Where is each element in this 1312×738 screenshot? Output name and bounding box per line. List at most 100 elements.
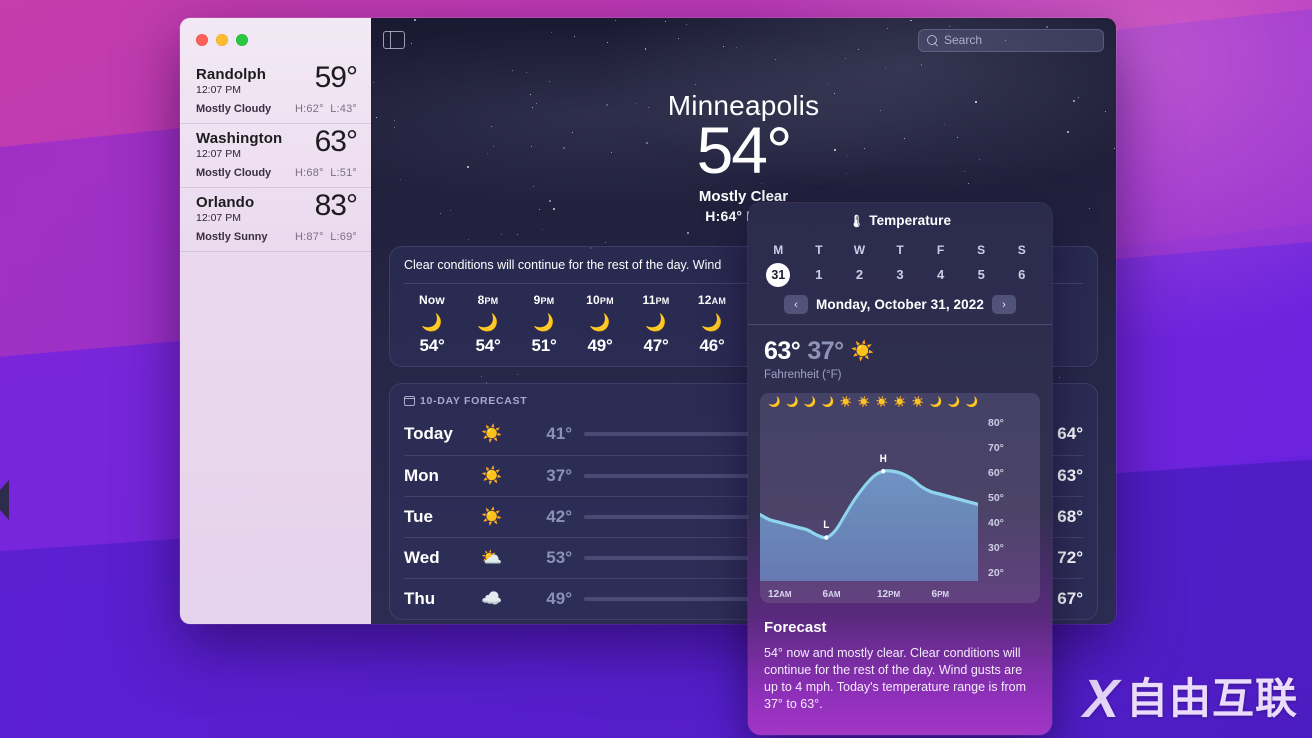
chart-point-h (881, 468, 886, 474)
hour-cell[interactable]: 9PM 🌙 51° (516, 293, 572, 356)
chart-svg: HL (760, 452, 978, 581)
chart-annotation-l: L (823, 519, 830, 532)
cloud-icon: ☁️ (481, 588, 503, 608)
hour-temperature: 54° (419, 335, 445, 355)
city-time: 12:07 PM (196, 148, 241, 160)
sun-icon: ☀️ (839, 397, 853, 408)
star (605, 241, 607, 243)
calendar-date[interactable]: 2 (839, 263, 880, 287)
moon-icon: 🌙 (645, 312, 667, 332)
y-tick-label: 60° (988, 467, 1004, 479)
weekday-label: M (773, 243, 784, 257)
day-name: Tue (404, 506, 433, 526)
hour-cell[interactable]: 8PM 🌙 54° (460, 293, 516, 356)
hour-cell[interactable]: 11PM 🌙 47° (628, 293, 684, 356)
sun-icon: ☀️ (481, 424, 503, 444)
forecast-body: 54° now and mostly clear. Clear conditio… (764, 646, 1027, 711)
chart-point-l (824, 535, 829, 540)
city-condition: Mostly Sunny (196, 231, 268, 243)
weekday-label: T (896, 243, 904, 257)
temperature-popover: 🌡 Temperature M T W T F S S 31 1 2 3 4 5 6 ‹ Monday,… (748, 203, 1052, 735)
popover-low: 37° (807, 337, 844, 365)
toolbar: Search (371, 18, 1116, 62)
calendar-weekday-row: MTWTFSS (748, 243, 1052, 257)
star (827, 83, 829, 85)
day-low: 42° (546, 506, 572, 526)
moon-icon: 🌙 (701, 312, 723, 332)
chart-condition-icons: 🌙 🌙 🌙 🌙 ☀️ ☀️ ☀️ ☀️ ☀️ 🌙 🌙 🌙 (768, 398, 978, 408)
star (687, 232, 689, 235)
hour-cell[interactable]: 10PM 🌙 49° (572, 293, 628, 356)
partly-sunny-icon: ⛅ (481, 547, 503, 567)
sun-icon: ☀️ (857, 397, 871, 408)
sun-icon: ☀️ (481, 506, 503, 526)
moon-icon: 🌙 (785, 397, 799, 408)
calendar-icon (403, 395, 416, 406)
hour-label: 11PM (642, 292, 670, 307)
popover-high: 63° (764, 337, 801, 365)
temperature-unit-label: Fahrenheit (°F) (764, 369, 842, 381)
moon-icon: 🌙 (965, 397, 978, 408)
watermark: X 自由互联 (1083, 672, 1298, 726)
zoom-button[interactable] (236, 34, 248, 46)
hour-label: 10PM (586, 292, 614, 307)
sidebar-item-randolph[interactable]: Randolph 12:07 PM 59° Mostly Cloudy H:62… (180, 60, 371, 124)
hour-cell[interactable]: Now 🌙 54° (404, 293, 460, 356)
day-low: 49° (546, 588, 572, 608)
day-low: 37° (546, 465, 572, 485)
day-low: 53° (546, 547, 572, 567)
day-name: Thu (404, 588, 436, 608)
minimize-button[interactable] (216, 34, 228, 46)
hour-label: 12AM (697, 292, 727, 307)
calendar-date[interactable]: 3 (880, 263, 921, 287)
sidebar: Randolph 12:07 PM 59° Mostly Cloudy H:62… (180, 18, 371, 624)
chevron-left-icon[interactable]: ‹ (784, 295, 809, 314)
sidebar-item-washington[interactable]: Washington 12:07 PM 63° Mostly Cloudy H:… (180, 124, 371, 188)
hour-temperature: 47° (643, 335, 669, 355)
star (525, 71, 527, 73)
calendar-date[interactable]: 5 (961, 263, 1002, 287)
hour-temperature: 51° (531, 335, 557, 355)
search-input[interactable]: Search (918, 28, 1104, 52)
star (480, 376, 482, 378)
popover-temperatures: 63° 37° ☀️ Fahrenheit (°F) (748, 325, 1052, 381)
hour-label: Now (419, 292, 445, 307)
star (516, 234, 518, 236)
calendar-date[interactable]: 4 (920, 263, 961, 287)
close-button[interactable] (196, 34, 208, 46)
window-controls (180, 18, 371, 46)
sidebar-item-orlando[interactable]: Orlando 12:07 PM 83° Mostly Sunny H:87° … (180, 188, 371, 252)
sun-icon: ☀️ (893, 397, 907, 408)
moon-icon: 🌙 (421, 312, 443, 332)
hour-cell[interactable]: 12AM 🌙 46° (684, 293, 740, 356)
chevron-right-icon[interactable]: › (991, 295, 1016, 314)
city-temperature: 59° (314, 61, 358, 94)
hour-temperature: 49° (587, 335, 613, 355)
calendar-date[interactable]: 1 (799, 263, 840, 287)
sun-icon: ☀️ (875, 397, 889, 408)
forecast-title: Forecast (764, 619, 827, 636)
chart-y-axis-labels: 80° 70° 60° 50° 40° 30° 20° (980, 415, 1036, 581)
calendar-date[interactable]: 6 (1001, 263, 1042, 287)
y-tick-label: 70° (988, 442, 1004, 454)
watermark-logo: X (1082, 669, 1119, 729)
calendar-date[interactable]: 31 (758, 263, 799, 287)
moon-icon: 🌙 (533, 312, 555, 332)
moon-icon: 🌙 (821, 397, 835, 408)
current-temperature: 54° (696, 113, 793, 187)
temperature-chart: 🌙 🌙 🌙 🌙 ☀️ ☀️ ☀️ ☀️ ☀️ 🌙 🌙 🌙 HL 80° 70° 60° 50° 40° 30° 2… (760, 393, 1040, 603)
forecast-section: Forecast 54° now and mostly clear. Clear… (748, 603, 1052, 713)
city-condition: Mostly Cloudy (196, 167, 272, 179)
sidebar-toggle-icon[interactable] (383, 30, 405, 50)
city-time: 12:07 PM (196, 212, 241, 224)
x-tick-label: 12PM (877, 589, 901, 600)
chart-annotation-h: H (880, 452, 887, 465)
moon-icon: 🌙 (589, 312, 611, 332)
hour-label: 8PM (477, 292, 499, 307)
city-name: Washington (196, 130, 283, 147)
city-name: Orlando (196, 194, 255, 211)
x-tick-label: 12AM (768, 589, 792, 600)
hour-temperature: 46° (699, 335, 725, 355)
y-tick-label: 80° (988, 417, 1004, 429)
weekday-label: S (1017, 243, 1026, 257)
